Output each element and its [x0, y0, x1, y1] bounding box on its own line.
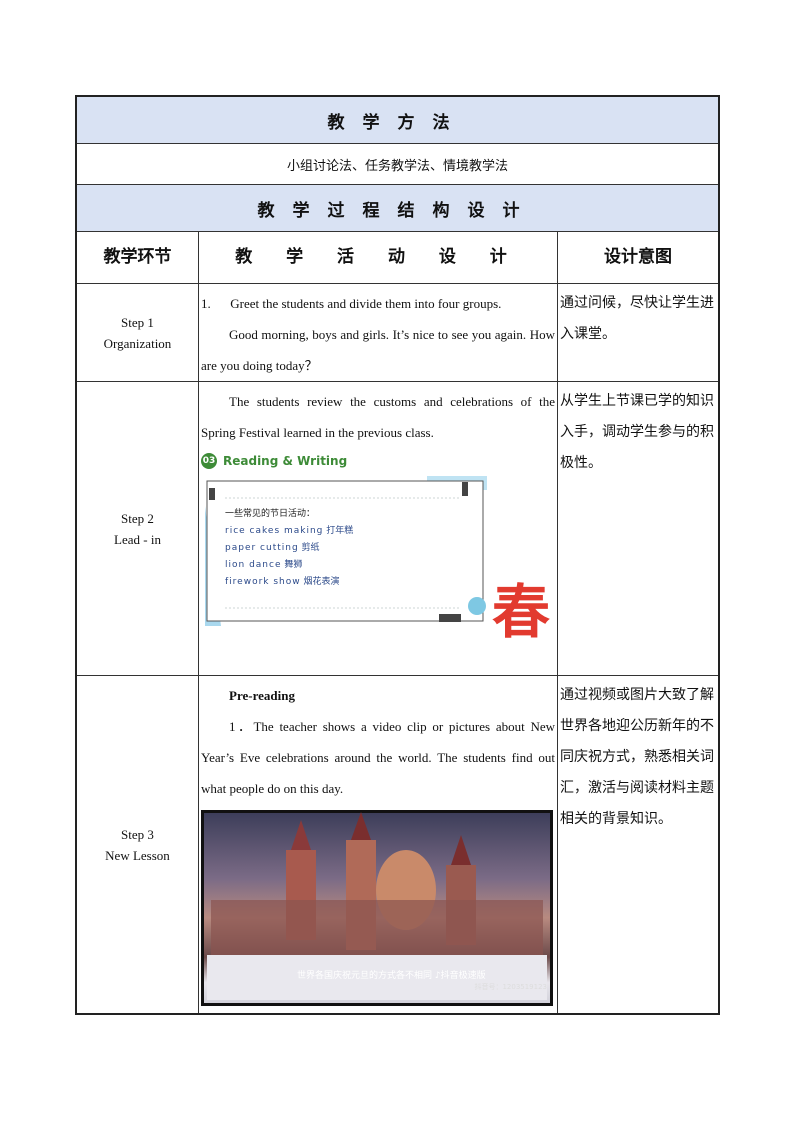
methods-title: 教学方法: [327, 112, 468, 133]
photo-account-id: 抖音号：1203519123: [474, 983, 547, 991]
badge-label: Reading & Writing: [223, 453, 348, 468]
methods-content: 小组讨论法、任务教学法、情境教学法: [286, 158, 508, 174]
step-3-intent: 通过视频或图片大致了解世界各地迎公历新年的不同庆祝方式，熟悉相关词汇，激活与阅读…: [560, 687, 714, 827]
card-tab-left: [209, 488, 215, 500]
festival-activities-card: 一些常见的节日活动： rice cakes making 打年糕 paper c…: [201, 476, 556, 656]
reading-writing-badge: 03 Reading & Writing: [201, 448, 555, 474]
step-1-label: Step 1: [121, 314, 154, 330]
methods-content-row: 小组讨论法、任务教学法、情境教学法: [77, 144, 718, 185]
card-item-4: firework show 烟花表演: [225, 577, 340, 587]
card-title: 一些常见的节日活动：: [225, 509, 316, 519]
methods-title-row: 教学方法: [77, 97, 718, 144]
lesson-plan-table: 教学方法 小组讨论法、任务教学法、情境教学法 教学过程结构设计 教学环节 教 学…: [75, 95, 720, 1015]
process-title-row: 教学过程结构设计: [77, 185, 718, 232]
card-tab-right: [462, 482, 468, 496]
card-tab-bottom: [439, 614, 461, 622]
step-2-row: Step 2 Lead - in The students review the…: [77, 382, 718, 676]
step-1-stage: Step 1 Organization: [77, 284, 199, 381]
step-3-activity-text: 1．The teacher shows a video clip or pict…: [201, 719, 555, 796]
card-item-3: lion dance 舞狮: [225, 560, 303, 570]
card-item-2: paper cutting 剪纸: [225, 543, 320, 553]
step-1-greeting: Good morning, boys and girls. It’s nice …: [201, 327, 555, 373]
step-1-row: Step 1 Organization 1. Greet the student…: [77, 284, 718, 382]
step-3-name: New Lesson: [105, 847, 170, 863]
castle-wall: [211, 900, 543, 960]
step-1-name: Organization: [103, 335, 172, 351]
header-activity: 教 学 活 动 设 计: [199, 232, 558, 283]
process-title: 教学过程结构设计: [257, 200, 538, 221]
spire-2: [351, 812, 371, 840]
spire-3: [451, 835, 471, 865]
step-3-activity: Pre-reading 1．The teacher shows a video …: [199, 676, 558, 1013]
step-2-review-text: The students review the customs and cele…: [201, 394, 555, 440]
pre-reading-heading: Pre-reading: [229, 688, 295, 703]
step-3-row: Step 3 New Lesson Pre-reading 1．The teac…: [77, 676, 718, 1013]
step-1-activity-item: 1. Greet the students and divide them in…: [201, 296, 502, 311]
step-2-activity: The students review the customs and cele…: [199, 382, 558, 675]
card-text: 一些常见的节日活动： rice cakes making 打年糕 paper c…: [225, 506, 353, 591]
step-3-label: Step 3: [121, 826, 154, 842]
step-2-stage: Step 2 Lead - in: [77, 382, 199, 675]
badge-number: 03: [201, 453, 217, 469]
step-1-activity: 1. Greet the students and divide them in…: [199, 284, 558, 381]
header-stage: 教学环节: [77, 232, 199, 283]
card-item-1: rice cakes making 打年糕: [225, 526, 354, 536]
step-1-intent: 通过问候，尽快让学生进入课堂。: [560, 295, 714, 342]
step-2-intent: 从学生上节课已学的知识入手，调动学生参与的积极性。: [560, 393, 714, 471]
new-year-celebration-photo: 世界各国庆祝元旦的方式各不相同 ♪抖音极速版 抖音号：1203519123: [201, 810, 553, 1006]
spring-seal-icon: 春: [491, 577, 550, 646]
spire-1: [291, 820, 311, 850]
step-2-name: Lead - in: [114, 531, 161, 547]
step-3-stage: Step 3 New Lesson: [77, 676, 199, 1013]
card-accent-dot: [468, 597, 486, 615]
step-2-label: Step 2: [121, 510, 154, 526]
column-header-row: 教学环节 教 学 活 动 设 计 设计意图: [77, 232, 718, 284]
photo-caption: 世界各国庆祝元旦的方式各不相同 ♪抖音极速版: [297, 971, 486, 981]
header-intent: 设计意图: [604, 247, 672, 267]
